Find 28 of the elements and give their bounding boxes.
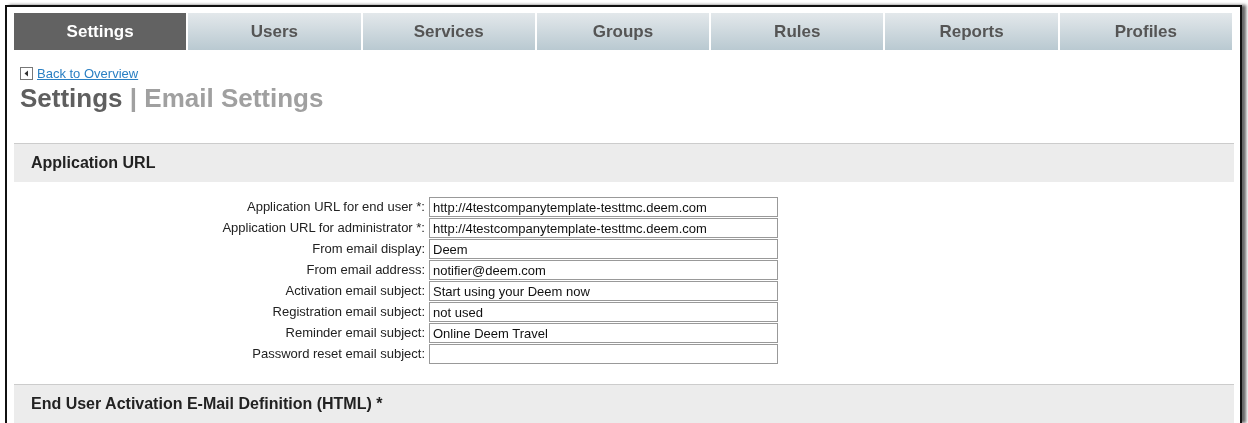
text-field[interactable] (429, 344, 778, 364)
nav-tab[interactable]: Services (362, 13, 537, 50)
nav-tab[interactable]: Profiles (1059, 13, 1234, 50)
nav-tab[interactable]: Groups (536, 13, 712, 50)
field-label: Password reset email subject: (251, 345, 425, 363)
text-field[interactable]: notifier@deem.com (429, 260, 778, 280)
text-field[interactable]: Deem (429, 239, 778, 259)
field-label: Registration email subject: (271, 303, 425, 321)
back-icon[interactable] (20, 66, 33, 80)
field-label: From email display: (311, 240, 425, 258)
back-link[interactable]: Back to Overview (37, 63, 139, 84)
text-field[interactable]: not used (429, 302, 778, 322)
nav-tab[interactable]: Settings (14, 13, 189, 50)
nav-tab[interactable]: Users (188, 13, 363, 50)
text-field[interactable]: Online Deem Travel (429, 323, 778, 343)
section-header: End User Activation E-Mail Definition (HTML) * (14, 384, 1234, 423)
nav-tab[interactable]: Rules (711, 13, 886, 50)
field-label: Application URL for administrator *: (221, 219, 425, 237)
field-label: From email address: (305, 261, 425, 279)
text-field[interactable]: http://4testcompanytemplate-testtmc.deem.com (429, 197, 778, 217)
page-heading: Settings | Email Settings (20, 83, 325, 115)
field-label: Activation email subject: (284, 282, 425, 300)
section-header: Application URL (14, 143, 1234, 182)
nav-tab[interactable]: Reports (885, 13, 1060, 50)
field-label: Application URL for end user *: (246, 198, 425, 216)
text-field[interactable]: Start using your Deem now (429, 281, 778, 301)
field-label: Reminder email subject: (284, 324, 425, 342)
text-field[interactable]: http://4testcompanytemplate-testtmc.deem.com (429, 218, 778, 238)
